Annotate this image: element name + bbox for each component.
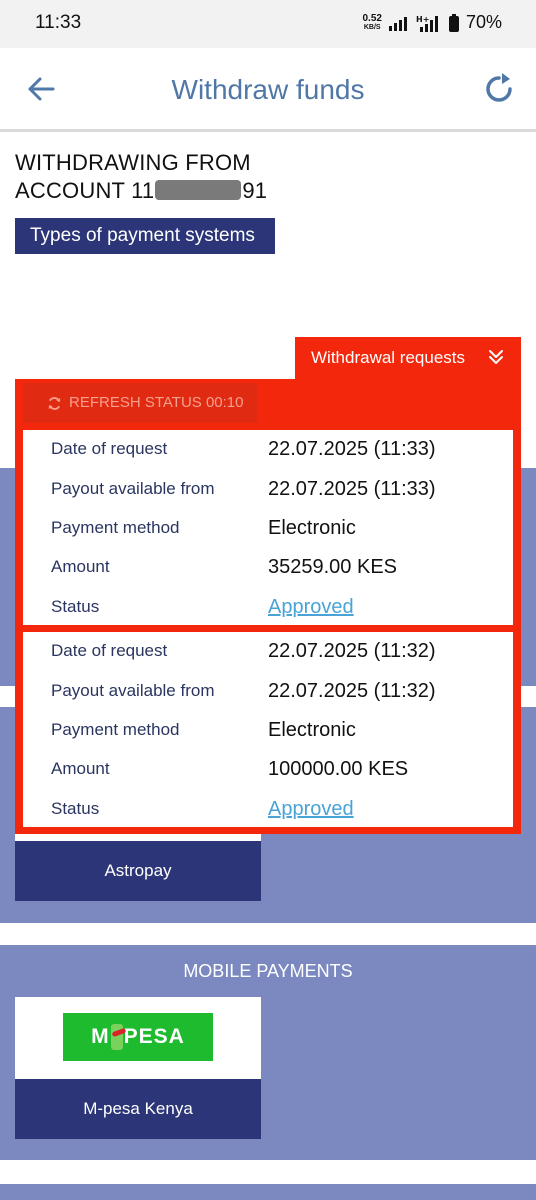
status-indicators: 0.52 KB/S H+ 70% xyxy=(363,12,503,33)
row-value: 35259.00 KES xyxy=(268,556,397,578)
account-number-line: ACCOUNT 11 91 xyxy=(15,177,267,205)
row-label: Date of request xyxy=(51,439,168,458)
svg-text:H+: H+ xyxy=(416,15,429,24)
payout-available-row: Payout available from 22.07.2025 (11:33) xyxy=(23,470,513,510)
mpesa-phone-icon xyxy=(110,1024,123,1050)
date-of-request-row: Date of request 22.07.2025 (11:33) xyxy=(23,430,513,470)
double-chevron-down-icon xyxy=(489,350,503,364)
row-label: Date of request xyxy=(51,641,168,660)
refresh-status-label: REFRESH STATUS 00:10 xyxy=(69,394,244,411)
withdrawing-from-line: WITHDRAWING FROM xyxy=(15,150,251,175)
status-bar: 11:33 0.52 KB/S H+ 70% xyxy=(0,0,536,48)
mpesa-logo-m: M xyxy=(91,1025,110,1048)
mpesa-logo: M PESA xyxy=(63,1013,213,1061)
row-value: 100000.00 KES xyxy=(268,758,409,780)
row-label: Payment method xyxy=(51,720,180,739)
network-speed: 0.52 KB/S xyxy=(362,12,382,32)
row-value: 22.07.2025 (11:32) xyxy=(268,680,436,702)
page-title: Withdraw funds xyxy=(171,74,365,105)
row-value: Electronic xyxy=(268,719,356,741)
row-label: Payment method xyxy=(51,518,180,537)
network-speed-value: 0.52 xyxy=(362,12,382,24)
mobile-payments-title: MOBILE PAYMENTS xyxy=(183,961,353,981)
status-row: Status Approved xyxy=(23,588,513,628)
withdrawal-requests-label: Withdrawal requests xyxy=(311,348,466,367)
date-of-request-row: Date of request 22.07.2025 (11:32) xyxy=(23,632,513,672)
mpesa-logo-pesa: PESA xyxy=(123,1025,185,1048)
refresh-icon[interactable] xyxy=(482,72,516,106)
row-value: Electronic xyxy=(268,517,356,539)
row-label: Status xyxy=(51,799,100,818)
account-suffix: 91 xyxy=(242,178,268,203)
account-prefix: ACCOUNT 11 xyxy=(15,178,155,203)
payout-available-row: Payout available from 22.07.2025 (11:32) xyxy=(23,672,513,712)
row-value: 22.07.2025 (11:33) xyxy=(268,438,436,460)
payment-method-row: Payment method Electronic xyxy=(23,711,513,751)
withdrawal-requests-panel: REFRESH STATUS 00:10 Date of request 22.… xyxy=(15,379,521,834)
status-time: 11:33 xyxy=(35,12,82,33)
payment-section-4 xyxy=(0,1184,536,1200)
row-value: 22.07.2025 (11:32) xyxy=(268,640,436,662)
withdrawing-from-heading: WITHDRAWING FROM ACCOUNT 11 91 xyxy=(15,149,267,205)
status-link[interactable]: Approved xyxy=(268,798,354,821)
mobile-payments-section: MOBILE PAYMENTS M PESA M-pesa Kenya xyxy=(0,945,536,1160)
mpesa-card[interactable]: M PESA xyxy=(15,997,261,1079)
refresh-status-button[interactable]: REFRESH STATUS 00:10 xyxy=(23,383,257,423)
app-header: Withdraw funds xyxy=(0,48,536,132)
network-speed-unit: KB/S xyxy=(363,23,381,31)
refresh-icon xyxy=(48,397,61,410)
row-label: Amount xyxy=(51,557,110,576)
row-label: Amount xyxy=(51,759,110,778)
withdrawal-request-card: Date of request 22.07.2025 (11:32) Payou… xyxy=(23,632,513,827)
status-link[interactable]: Approved xyxy=(268,596,354,619)
mpesa-kenya-button[interactable]: M-pesa Kenya xyxy=(15,1079,261,1139)
row-value: 22.07.2025 (11:33) xyxy=(268,478,436,500)
withdrawal-request-card: Date of request 22.07.2025 (11:33) Payou… xyxy=(23,430,513,625)
row-label: Payout available from xyxy=(51,479,215,498)
withdrawal-requests-tab[interactable]: Withdrawal requests xyxy=(295,337,521,379)
account-mask xyxy=(155,180,242,200)
battery-percent: 70% xyxy=(465,12,502,32)
h-plus-signal-icon: H+ xyxy=(416,15,438,32)
payment-method-row: Payment method Electronic xyxy=(23,509,513,549)
astropay-button[interactable]: Astropay xyxy=(15,841,261,901)
signal-icon xyxy=(388,16,407,31)
amount-row: Amount 35259.00 KES xyxy=(23,548,513,588)
amount-row: Amount 100000.00 KES xyxy=(23,750,513,790)
types-of-payment-systems-button[interactable]: Types of payment systems xyxy=(15,218,275,254)
status-row: Status Approved xyxy=(23,790,513,830)
row-label: Payout available from xyxy=(51,681,215,700)
row-label: Status xyxy=(51,597,100,616)
battery-icon xyxy=(448,13,459,32)
